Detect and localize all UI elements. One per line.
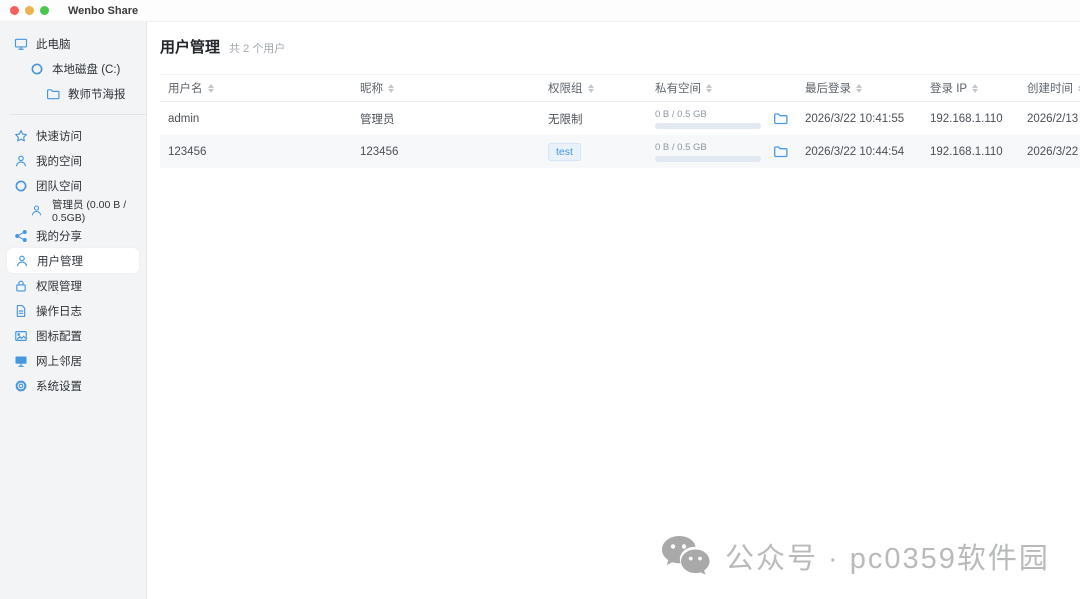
- network-icon: [14, 354, 28, 368]
- wechat-icon: [660, 534, 712, 578]
- sidebar: 此电脑 本地磁盘 (C:) 教师节海报 快速访问: [0, 22, 147, 599]
- table-header-row: 用户名 昵称 权限组 私有空间 最后登录: [160, 74, 1080, 102]
- sidebar-item-label: 图标配置: [36, 328, 82, 344]
- user-icon: [30, 204, 44, 218]
- sidebar-item-permission-management[interactable]: 权限管理: [0, 273, 146, 298]
- sidebar-item-network-neighborhood[interactable]: 网上邻居: [0, 348, 146, 373]
- sidebar-item-this-pc[interactable]: 此电脑: [0, 31, 146, 56]
- sidebar-item-local-disk[interactable]: 本地磁盘 (C:): [0, 56, 146, 81]
- sidebar-item-label: 操作日志: [36, 303, 82, 319]
- window-titlebar: Wenbo Share: [0, 0, 1080, 22]
- folder-icon: [773, 111, 788, 126]
- disk-icon: [30, 62, 44, 76]
- sidebar-item-admin-space[interactable]: 管理员 (0.00 B / 0.5GB): [0, 198, 146, 223]
- cell-username: admin: [160, 113, 352, 125]
- star-icon: [14, 129, 28, 143]
- permission-group-badge: test: [548, 143, 581, 161]
- sidebar-item-label: 教师节海报: [68, 86, 126, 102]
- lock-icon: [14, 279, 28, 293]
- user-table: 用户名 昵称 权限组 私有空间 最后登录: [160, 74, 1080, 168]
- gear-icon: [14, 379, 28, 393]
- sidebar-item-label: 管理员 (0.00 B / 0.5GB): [52, 197, 146, 224]
- cell-permission-group: test: [540, 143, 647, 161]
- sidebar-item-my-space[interactable]: 我的空间: [0, 148, 146, 173]
- column-header-username[interactable]: 用户名: [160, 80, 352, 96]
- column-header-nickname[interactable]: 昵称: [352, 80, 540, 96]
- cell-last-login: 2026/3/22 10:44:54: [797, 146, 922, 158]
- sidebar-item-system-settings[interactable]: 系统设置: [0, 373, 146, 398]
- cell-username: 123456: [160, 146, 352, 158]
- sidebar-item-user-management[interactable]: 用户管理: [7, 248, 139, 273]
- main-content: 用户管理 共 2 个用户 用户名 昵称 权限组 私有空间: [147, 22, 1080, 599]
- cell-login-ip: 192.168.1.110: [922, 146, 1019, 158]
- column-header-created-time[interactable]: 创建时间: [1019, 80, 1080, 96]
- sidebar-item-operation-log[interactable]: 操作日志: [0, 298, 146, 323]
- quota-progress-bar: [655, 156, 761, 162]
- sidebar-item-my-shares[interactable]: 我的分享: [0, 223, 146, 248]
- close-window-button[interactable]: [10, 6, 19, 15]
- cell-nickname: 123456: [352, 146, 540, 158]
- column-header-permission-group[interactable]: 权限组: [540, 80, 647, 96]
- sort-icon: [972, 84, 978, 93]
- cell-permission-group: 无限制: [540, 111, 647, 127]
- sidebar-item-label: 我的空间: [36, 153, 82, 169]
- sort-icon: [706, 84, 712, 93]
- table-row[interactable]: admin 管理员 无限制 0 B / 0.5 GB 2026/3/22 10:…: [160, 102, 1080, 135]
- sidebar-item-label: 此电脑: [36, 36, 71, 52]
- cell-created-time: 2026/3/22 10: [1019, 146, 1080, 158]
- cell-actions: [765, 144, 797, 159]
- folder-icon: [773, 144, 788, 159]
- folder-icon: [46, 87, 60, 101]
- cell-created-time: 2026/2/13 23: [1019, 113, 1080, 125]
- page-title: 用户管理: [160, 36, 220, 57]
- cell-nickname: 管理员: [352, 111, 540, 127]
- sidebar-item-label: 用户管理: [37, 253, 83, 269]
- open-folder-button[interactable]: [773, 111, 788, 126]
- monitor-icon: [14, 37, 28, 51]
- team-icon: [14, 179, 28, 193]
- sidebar-item-label: 团队空间: [36, 178, 82, 194]
- cell-private-space: 0 B / 0.5 GB: [647, 142, 765, 162]
- column-header-login-ip[interactable]: 登录 IP: [922, 80, 1019, 96]
- sort-icon: [388, 84, 394, 93]
- cell-actions: [765, 111, 797, 126]
- column-header-private-space[interactable]: 私有空间: [647, 80, 765, 96]
- user-count: 共 2 个用户: [229, 40, 285, 56]
- cell-last-login: 2026/3/22 10:41:55: [797, 113, 922, 125]
- sidebar-item-label: 系统设置: [36, 378, 82, 394]
- minimize-window-button[interactable]: [25, 6, 34, 15]
- sidebar-divider: [10, 114, 146, 115]
- share-icon: [14, 229, 28, 243]
- sidebar-item-label: 网上邻居: [36, 353, 82, 369]
- maximize-window-button[interactable]: [40, 6, 49, 15]
- open-folder-button[interactable]: [773, 144, 788, 159]
- sidebar-item-team-space[interactable]: 团队空间: [0, 173, 146, 198]
- sidebar-item-folder-teachers-day[interactable]: 教师节海报: [0, 81, 146, 106]
- sidebar-item-label: 本地磁盘 (C:): [52, 61, 120, 77]
- sort-icon: [208, 84, 214, 93]
- sidebar-item-label: 快速访问: [36, 128, 82, 144]
- cell-private-space: 0 B / 0.5 GB: [647, 109, 765, 129]
- cell-login-ip: 192.168.1.110: [922, 113, 1019, 125]
- watermark: 公众号 · pc0359软件园: [660, 534, 1050, 578]
- window-controls: [10, 6, 49, 15]
- sidebar-item-label: 我的分享: [36, 228, 82, 244]
- sort-icon: [588, 84, 594, 93]
- user-icon: [14, 154, 28, 168]
- image-icon: [14, 329, 28, 343]
- table-row[interactable]: 123456 123456 test 0 B / 0.5 GB 2026/3/2…: [160, 135, 1080, 168]
- sidebar-item-icon-config[interactable]: 图标配置: [0, 323, 146, 348]
- quota-progress-bar: [655, 123, 761, 129]
- sidebar-item-quick-access[interactable]: 快速访问: [0, 123, 146, 148]
- user-icon: [15, 254, 29, 268]
- sidebar-item-label: 权限管理: [36, 278, 82, 294]
- sort-icon: [856, 84, 862, 93]
- watermark-text: 公众号 · pc0359软件园: [725, 535, 1050, 577]
- column-header-last-login[interactable]: 最后登录: [797, 80, 922, 96]
- window-title: Wenbo Share: [68, 5, 138, 17]
- quota-label: 0 B / 0.5 GB: [655, 142, 765, 153]
- document-icon: [14, 304, 28, 318]
- quota-label: 0 B / 0.5 GB: [655, 109, 765, 120]
